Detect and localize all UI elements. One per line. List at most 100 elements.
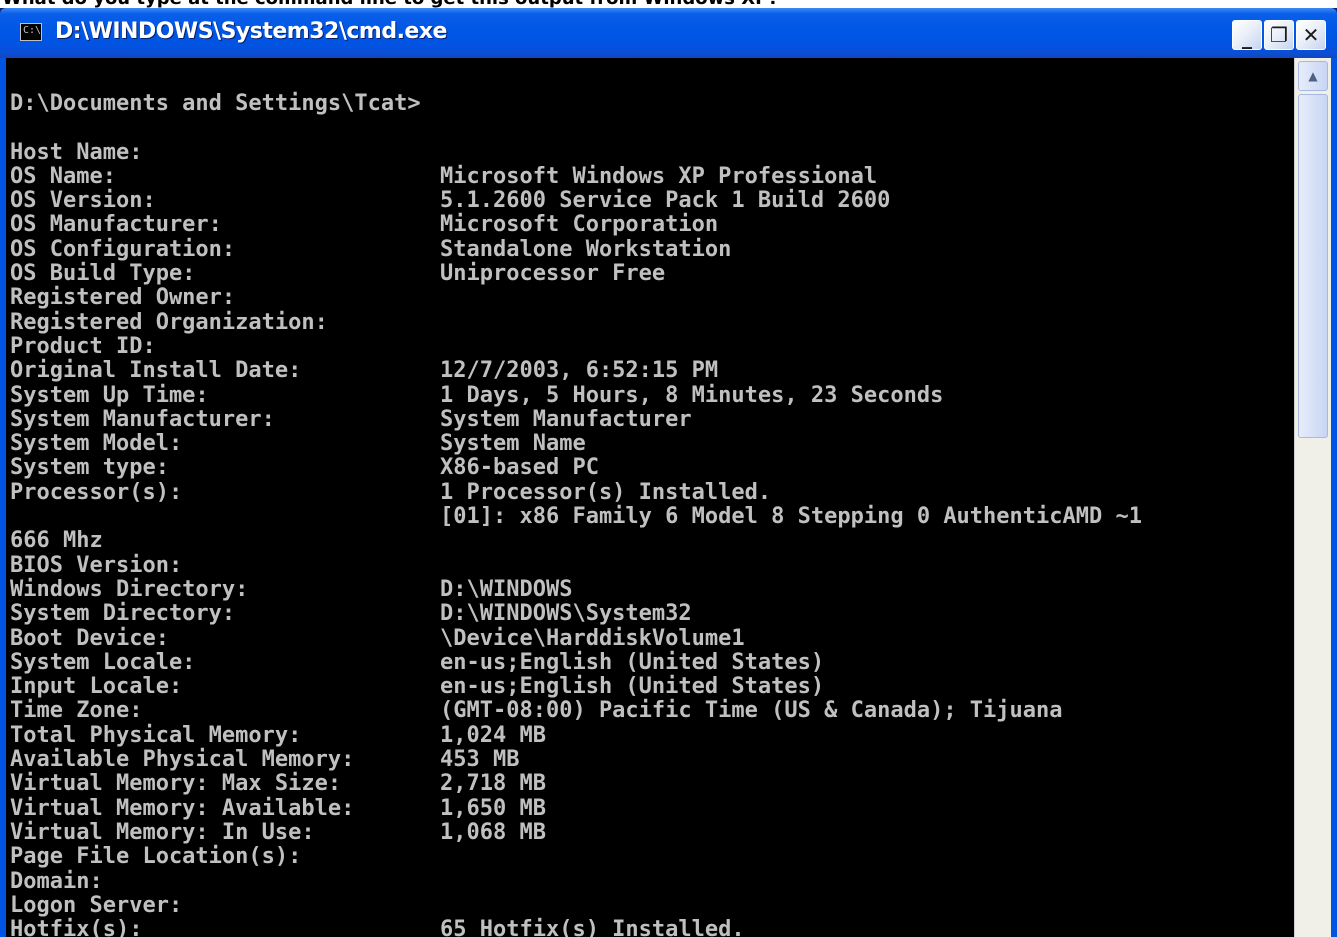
info-value: (GMT-08:00) Pacific Time (US & Canada); … [440, 698, 1063, 724]
info-row: Windows Directory: D:\WINDOWS [10, 576, 1142, 602]
info-key: Product ID: [10, 333, 156, 359]
info-key: Processor(s): [10, 479, 183, 505]
info-row: Virtual Memory: In Use: 1,068 MB [10, 819, 1142, 845]
info-key: OS Build Type: [10, 261, 196, 287]
title-bar[interactable]: C:\ D:\WINDOWS\System32\cmd.exe _ ❐ ✕ [0, 8, 1337, 58]
info-row: System Directory: D:\WINDOWS\System32 [10, 601, 1142, 627]
info-value: 65 Hotfix(s) Installed. [440, 917, 745, 937]
info-row: Page File Location(s): [10, 844, 1142, 870]
close-button[interactable]: ✕ [1296, 20, 1326, 50]
info-key: OS Manufacturer: [10, 212, 222, 238]
vertical-scrollbar[interactable]: ▲ [1294, 58, 1331, 937]
info-value: System Manufacturer [440, 406, 692, 432]
info-value: System Name [440, 431, 586, 457]
command-prompt: D:\Documents and Settings\Tcat> [10, 91, 421, 116]
info-value: D:\WINDOWS [440, 576, 573, 602]
info-row: Original Install Date: 12/7/2003, 6:52:15… [10, 358, 1142, 384]
info-value: 5.1.2600 Service Pack 1 Build 2600 [440, 188, 891, 214]
minimize-button[interactable]: _ [1232, 20, 1262, 50]
info-key: 666 Mhz [10, 528, 103, 554]
info-value: D:\WINDOWS\System32 [440, 601, 692, 627]
info-row: Total Physical Memory: 1,024 MB [10, 722, 1142, 748]
info-value: [01]: x86 Family 6 Model 8 Stepping 0 Au… [440, 504, 1142, 530]
info-key: Input Locale: [10, 674, 183, 700]
info-value: Microsoft Corporation [440, 212, 719, 238]
info-row: OS Manufacturer: Microsoft Corporation [10, 212, 1142, 238]
info-key: Hotfix(s): [10, 917, 143, 937]
info-key: System Manufacturer: [10, 406, 275, 432]
info-value: 1,024 MB [440, 722, 546, 748]
info-key: Page File Location(s): [10, 844, 302, 870]
info-key: Time Zone: [10, 698, 143, 724]
info-value: Standalone Workstation [440, 236, 732, 262]
info-key: Virtual Memory: In Use: [10, 819, 315, 845]
maximize-button[interactable]: ❐ [1264, 20, 1294, 50]
info-row: System Manufacturer: System Manufacturer [10, 406, 1142, 432]
minimize-icon: _ [1242, 25, 1252, 49]
arrow-up-icon: ▲ [1308, 69, 1318, 83]
info-key: Boot Device: [10, 625, 169, 651]
info-row: Input Locale: en-us;English (United State… [10, 674, 1142, 700]
info-key: OS Name: [10, 163, 116, 189]
info-row: Virtual Memory: Max Size: 2,718 MB [10, 771, 1142, 797]
info-key: Windows Directory: [10, 576, 249, 602]
info-row: OS Name: Microsoft Windows XP Professiona… [10, 163, 1142, 189]
info-value: \Device\HarddiskVolume1 [440, 625, 745, 651]
console-text: D:\Documents and Settings\Tcat> Host Name… [10, 91, 1142, 937]
info-value: 12/7/2003, 6:52:15 PM [440, 358, 719, 384]
info-value: Uniprocessor Free [440, 261, 666, 287]
info-row: OS Configuration: Standalone Workstation [10, 236, 1142, 262]
info-row: Product ID: [10, 333, 1142, 359]
info-value: en-us;English (United States) [440, 674, 825, 700]
info-key: Host Name: [10, 139, 143, 165]
info-key: OS Version: [10, 188, 156, 214]
scroll-thumb[interactable] [1298, 94, 1328, 438]
info-key: Available Physical Memory: [10, 747, 355, 773]
info-row: Host Name: [10, 139, 1142, 165]
info-value: 2,718 MB [440, 771, 546, 797]
info-value: Microsoft Windows XP Professional [440, 163, 878, 189]
info-key: Domain: [10, 868, 103, 894]
info-value: X86-based PC [440, 455, 599, 481]
info-key: Logon Server: [10, 892, 183, 918]
info-row: System type: X86-based PC [10, 455, 1142, 481]
info-row: Hotfix(s): 65 Hotfix(s) Installed. [10, 917, 1142, 937]
info-key: Virtual Memory: Max Size: [10, 771, 342, 797]
cmd-icon[interactable]: C:\ [20, 23, 42, 41]
window-right-border [1331, 58, 1337, 937]
info-value: en-us;English (United States) [440, 649, 825, 675]
info-row: Registered Organization: [10, 309, 1142, 335]
info-key: BIOS Version: [10, 552, 183, 578]
info-row: System Up Time: 1 Days, 5 Hours, 8 Minute… [10, 382, 1142, 408]
info-key: System Up Time: [10, 382, 209, 408]
info-key: OS Configuration: [10, 236, 236, 262]
info-key: Registered Organization: [10, 309, 328, 335]
info-row: Available Physical Memory: 453 MB [10, 747, 1142, 773]
info-value: 1 Days, 5 Hours, 8 Minutes, 23 Seconds [440, 382, 944, 408]
info-row: BIOS Version: [10, 552, 1142, 578]
question-caption: What do you type at the command line to … [0, 0, 1337, 8]
cmd-window: C:\ D:\WINDOWS\System32\cmd.exe _ ❐ ✕ D:… [0, 8, 1337, 937]
info-key: Registered Owner: [10, 285, 236, 311]
info-value: 1 Processor(s) Installed. [440, 479, 772, 505]
scroll-up-button[interactable]: ▲ [1298, 61, 1328, 91]
info-row: Domain: [10, 868, 1142, 894]
caption-text: What do you type at the command line to … [2, 0, 779, 8]
info-key: System type: [10, 455, 169, 481]
info-row: Logon Server: [10, 892, 1142, 918]
console-output[interactable]: D:\Documents and Settings\Tcat> Host Name… [6, 58, 1294, 937]
window-title: D:\WINDOWS\System32\cmd.exe [55, 19, 447, 44]
info-row: System Model: System Name [10, 431, 1142, 457]
info-key: Original Install Date: [10, 358, 302, 384]
info-value: 1,650 MB [440, 795, 546, 821]
info-value: 453 MB [440, 747, 520, 773]
cmd-icon-glyph: C:\ [23, 25, 42, 36]
info-row: Registered Owner: [10, 285, 1142, 311]
info-row: Processor(s): 1 Processor(s) Installed. [10, 479, 1142, 505]
maximize-icon: ❐ [1270, 23, 1288, 47]
info-row: OS Build Type: Uniprocessor Free [10, 261, 1142, 287]
systeminfo-output: Host Name: OS Name: Microsoft Windows XP P… [10, 139, 1142, 937]
info-row: Time Zone: (GMT-08:00) Pacific Time (US &… [10, 698, 1142, 724]
info-value: 1,068 MB [440, 819, 546, 845]
